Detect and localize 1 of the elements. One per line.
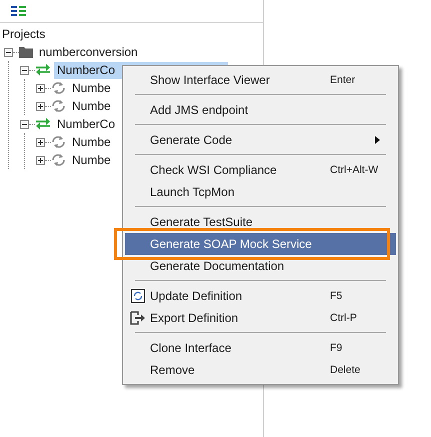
tree-title: Projects: [2, 27, 46, 42]
